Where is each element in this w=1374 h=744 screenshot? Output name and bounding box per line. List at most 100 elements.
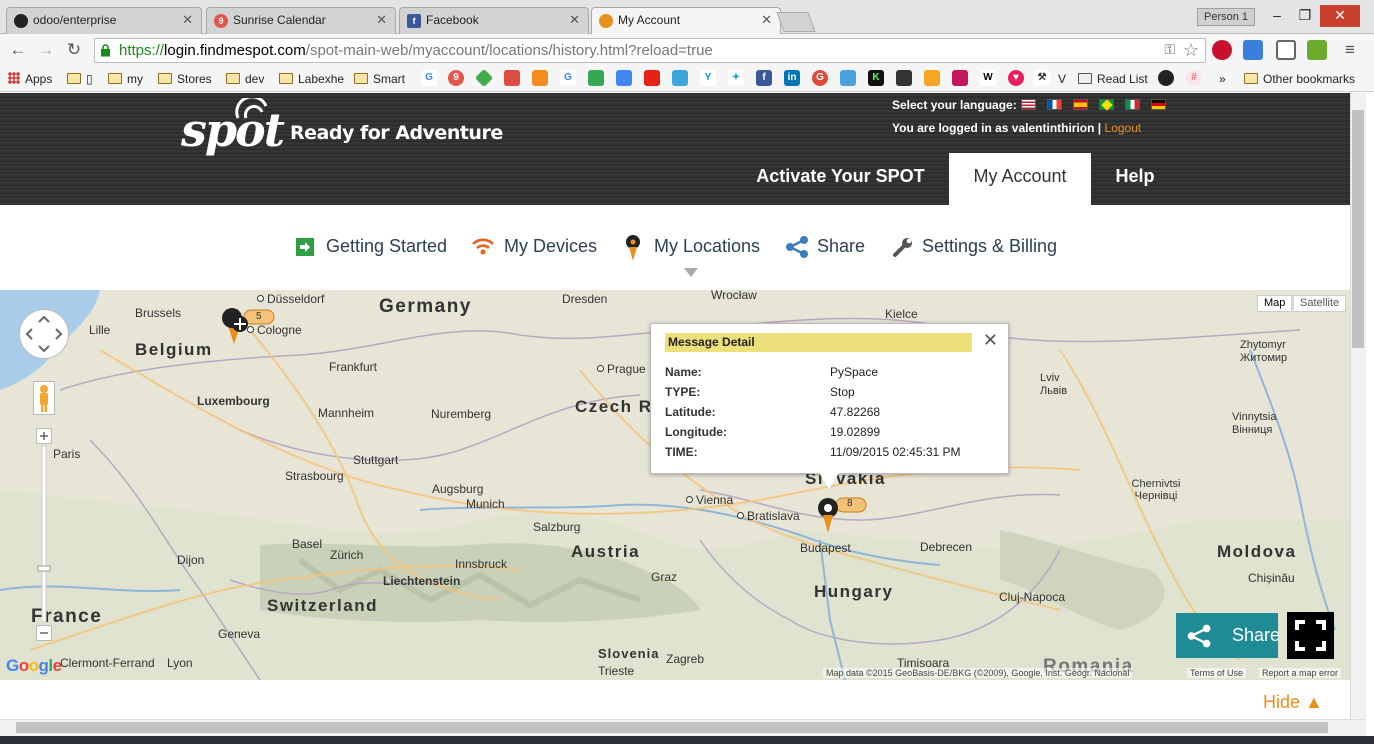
close-icon[interactable]: ✕ [983,330,998,351]
bookmark-v[interactable]: V [1058,71,1066,87]
menu-icon[interactable]: ≡ [1339,40,1361,60]
url-scheme: https:// [119,42,165,59]
nav-activate-your-spot[interactable]: Activate Your SPOT [743,153,938,205]
tools-icon[interactable]: ⚒ [1034,70,1050,86]
report-map-error-link[interactable]: Report a map error [1259,668,1342,678]
logout-link[interactable]: Logout [1105,121,1142,135]
bookmark-apps[interactable]: Apps [8,71,52,87]
map-pan-control[interactable] [19,309,69,359]
k-icon[interactable]: K [868,70,884,86]
facebook-bookmark-icon[interactable]: f [756,70,772,86]
twitter-icon[interactable]: ✦ [728,70,744,86]
bookmark-read-list[interactable]: Read List [1078,71,1148,87]
subnav-getting-started[interactable]: Getting Started [326,236,447,257]
bookmark-folder-dev[interactable]: dev [226,71,264,87]
address-bar[interactable]: https://login.findmespot.com/spot-main-w… [94,38,1206,63]
subnav-my-locations[interactable]: My Locations [654,236,760,257]
fullscreen-button[interactable] [1287,612,1334,659]
us-flag-icon[interactable] [1021,99,1036,110]
back-arrow-icon[interactable]: ← [7,40,29,60]
sunrise-bookmark-icon[interactable]: 9 [448,70,464,86]
trend-extension-icon[interactable] [1243,40,1263,60]
location-pin-marker[interactable] [815,495,871,535]
minimize-button[interactable]: – [1262,5,1292,27]
nav-my-account[interactable]: My Account [949,153,1091,205]
linkedin-icon[interactable]: in [784,70,800,86]
key-icon[interactable]: ⚿ [1164,41,1175,58]
hide-map-link[interactable]: Hide ▲ [1263,692,1323,713]
spain-flag-icon[interactable] [1073,99,1088,110]
bookmark-folder-labexhe[interactable]: Labexhe [279,71,344,87]
heart-icon[interactable]: ♥ [1008,70,1024,86]
bookmark-other-bookmarks[interactable]: Other bookmarks [1244,71,1355,87]
google-plus-icon[interactable]: G [812,70,828,86]
country-label: Belgium [135,340,213,359]
github-bookmark-icon[interactable] [1158,70,1174,86]
subnav-share[interactable]: Share [817,236,865,257]
bookmark-folder-smart[interactable]: Smart [354,71,405,87]
folder-icon [1078,73,1092,84]
share-icon [1187,624,1211,648]
url-host: login.findmespot.com [164,42,306,59]
new-tab-button[interactable] [776,12,816,32]
chart-bookmark-icon[interactable] [532,70,548,86]
restore-button[interactable]: ❐ [1290,5,1320,27]
close-window-button[interactable]: ✕ [1320,5,1360,27]
tab-my-account[interactable]: My Account ✕ [591,7,781,34]
brazil-flag-icon[interactable] [1099,99,1114,111]
messenger-icon[interactable] [672,70,688,86]
country-label: Czech R [575,397,653,416]
bookmark-folder-stores[interactable]: Stores [158,71,212,87]
adblock-extension-icon[interactable] [1212,40,1232,60]
tab-sunrise-calendar[interactable]: 9 Sunrise Calendar ✕ [206,7,396,34]
nav-help[interactable]: Help [1102,153,1168,205]
tab-close-icon[interactable]: ✕ [376,12,387,28]
tab-close-icon[interactable]: ✕ [761,12,772,28]
wikipedia-icon[interactable]: W [980,70,996,86]
germany-flag-icon[interactable] [1151,99,1166,110]
italy-flag-icon[interactable] [1125,99,1140,110]
yc-icon[interactable]: Y [700,70,716,86]
map-type-map-button[interactable]: Map [1257,295,1293,312]
bookmark-folder-my[interactable]: my [108,71,143,87]
tab-odoo-enterprise[interactable]: odoo/enterprise ✕ [6,7,202,34]
profile-button[interactable]: Person 1 [1197,8,1255,26]
country-label: Luxembourg [197,394,270,408]
tab-facebook[interactable]: f Facebook ✕ [399,7,589,34]
cube-icon[interactable] [840,70,856,86]
street-view-pegman[interactable] [33,381,55,415]
youtube-icon[interactable] [644,70,660,86]
subnav-settings-billing[interactable]: Settings & Billing [922,236,1057,257]
bookmark-overflow-button[interactable]: » [1219,71,1226,87]
horizontal-scroll-thumb[interactable] [16,722,1328,733]
google-maps-icon[interactable] [588,70,604,86]
google-icon[interactable]: G [560,70,576,86]
hashtag-icon[interactable]: # [1186,70,1202,86]
location-cluster-marker[interactable] [218,304,278,348]
france-flag-icon[interactable] [1047,99,1062,110]
pocket-icon[interactable] [952,70,968,86]
tab-close-icon[interactable]: ✕ [182,12,193,28]
terms-of-use-link[interactable]: Terms of Use [1187,668,1247,678]
translate-icon[interactable] [616,70,632,86]
map-type-satellite-button[interactable]: Satellite [1293,295,1347,312]
facebook-icon: f [407,14,421,28]
reload-icon[interactable]: ↻ [63,40,85,60]
tab-title: Sunrise Calendar [233,13,326,27]
briefcase-icon[interactable] [896,70,912,86]
tab-close-icon[interactable]: ✕ [569,12,580,28]
google-icon[interactable]: G [421,70,437,86]
forward-arrow-icon[interactable]: → [35,40,57,60]
vertical-scroll-thumb[interactable] [1352,110,1364,348]
bookmark-folder[interactable]: ▯ [67,71,93,87]
subnav-my-devices[interactable]: My Devices [504,236,597,257]
zoom-slider[interactable] [36,428,52,642]
share-map-button[interactable]: Share [1176,613,1280,658]
map-label: Zagreb [666,652,705,666]
todoist-icon[interactable] [504,70,520,86]
bookmark-star-icon[interactable]: ☆ [1183,40,1199,61]
food-icon[interactable] [924,70,940,86]
map-label: Lille [89,323,111,337]
cast-icon[interactable] [1276,40,1296,60]
ifttt-extension-icon[interactable] [1307,40,1327,60]
